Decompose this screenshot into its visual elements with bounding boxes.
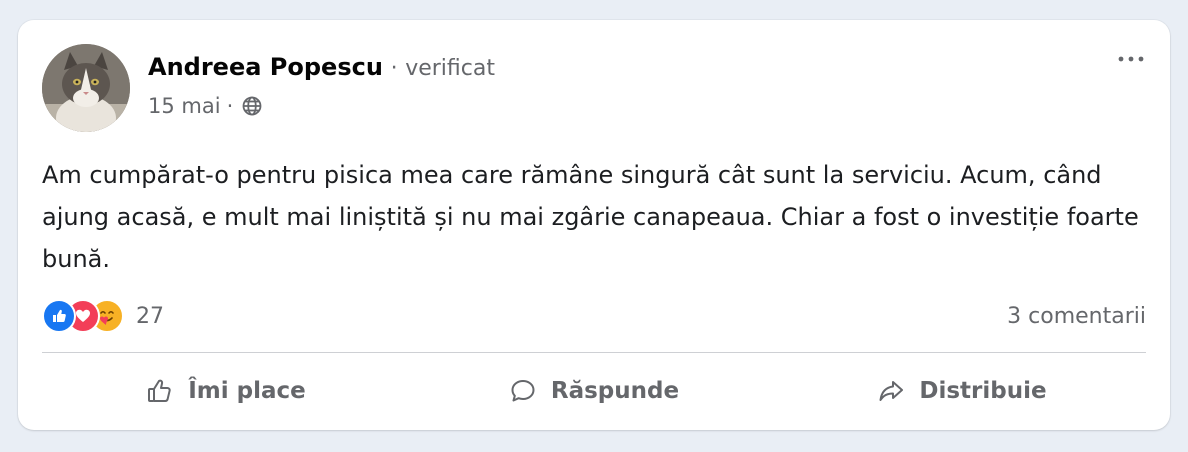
author-name[interactable]: Andreea Popescu bbox=[148, 53, 383, 81]
reactions-summary[interactable]: 27 bbox=[42, 298, 164, 334]
avatar[interactable] bbox=[42, 44, 130, 132]
post-text: Am cumpărat-o pentru pisica mea care răm… bbox=[42, 161, 1139, 273]
like-button[interactable]: Îmi place bbox=[42, 366, 410, 416]
comment-bubble-icon bbox=[511, 380, 535, 402]
thumbs-up-icon bbox=[148, 379, 171, 402]
reaction-count: 27 bbox=[136, 303, 164, 329]
post-author: Andreea Popescu · verificat bbox=[148, 52, 495, 84]
like-button-label: Îmi place bbox=[188, 378, 306, 404]
share-button-label: Distribuie bbox=[919, 378, 1047, 404]
reply-button-label: Răspunde bbox=[550, 378, 680, 404]
action-bar: Îmi place Răspunde Distribuie bbox=[42, 366, 1146, 416]
comments-count-link[interactable]: 3 comentarii bbox=[1007, 304, 1146, 329]
cat-avatar-image bbox=[42, 44, 130, 132]
like-icon bbox=[42, 299, 76, 333]
globe-icon[interactable] bbox=[241, 95, 263, 117]
divider bbox=[42, 352, 1146, 353]
date-separator: · bbox=[226, 94, 234, 118]
author-separator: · bbox=[390, 56, 398, 81]
share-arrow-icon bbox=[879, 381, 904, 401]
post-meta: 15 mai · bbox=[148, 92, 263, 120]
more-options-button[interactable] bbox=[1114, 48, 1148, 70]
reply-button[interactable]: Răspunde bbox=[410, 366, 778, 416]
post-date[interactable]: 15 mai bbox=[148, 92, 221, 120]
share-button[interactable]: Distribuie bbox=[778, 366, 1146, 416]
more-options-icon bbox=[1118, 56, 1144, 62]
verified-badge: verificat bbox=[405, 56, 495, 81]
post-card: Andreea Popescu · verificat 15 mai · Am … bbox=[18, 20, 1170, 430]
